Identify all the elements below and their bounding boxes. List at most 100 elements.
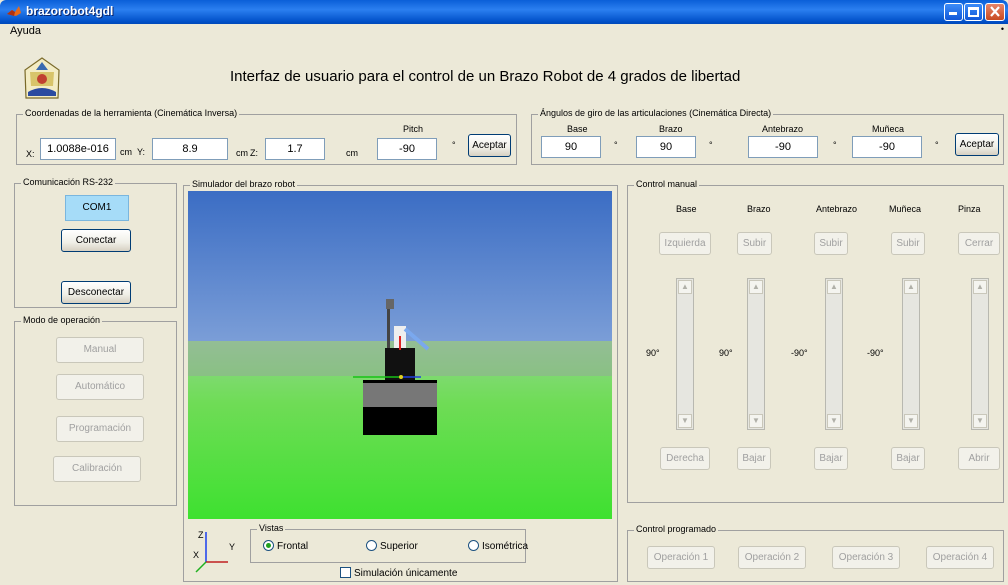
view-isometric-label: Isométrica bbox=[482, 541, 529, 552]
y-input[interactable]: 8.9 bbox=[152, 138, 228, 160]
operation-3-button[interactable]: Operación 3 bbox=[832, 546, 900, 569]
antebrazo-down-button[interactable]: Bajar bbox=[814, 447, 848, 470]
muneca-slider[interactable]: ▲ ▼ bbox=[902, 278, 920, 430]
robot-turret bbox=[385, 348, 415, 380]
brazo-value: 90° bbox=[719, 348, 733, 358]
axes-indicator: Z Y X bbox=[193, 530, 235, 573]
muneca-angle-unit: ° bbox=[935, 140, 939, 150]
antebrazo-angle-input[interactable]: -90 bbox=[748, 136, 818, 158]
slider-up-arrow-icon[interactable]: ▲ bbox=[749, 280, 763, 294]
university-logo bbox=[24, 57, 60, 99]
programmed-control-legend: Control programado bbox=[634, 524, 719, 534]
page-title: Interfaz de usuario para el control de u… bbox=[230, 68, 741, 85]
pinza-slider[interactable]: ▲ ▼ bbox=[971, 278, 989, 430]
base-slider[interactable]: ▲ ▼ bbox=[676, 278, 694, 430]
pitch-input[interactable]: -90 bbox=[377, 138, 437, 160]
close-icon bbox=[990, 6, 1000, 17]
antebrazo-angle-label: Antebrazo bbox=[762, 124, 804, 134]
slider-down-arrow-icon[interactable]: ▼ bbox=[827, 414, 841, 428]
slider-down-arrow-icon[interactable]: ▼ bbox=[973, 414, 987, 428]
antebrazo-slider[interactable]: ▲ ▼ bbox=[825, 278, 843, 430]
brazo-down-button[interactable]: Bajar bbox=[737, 447, 771, 470]
connect-button[interactable]: Conectar bbox=[61, 229, 131, 252]
slider-up-arrow-icon[interactable]: ▲ bbox=[678, 280, 692, 294]
radio-selected-icon bbox=[263, 540, 274, 551]
pitch-label: Pitch bbox=[403, 124, 424, 134]
automatic-mode-button[interactable]: Automático bbox=[56, 374, 144, 400]
slider-down-arrow-icon[interactable]: ▼ bbox=[678, 414, 692, 428]
maximize-button[interactable] bbox=[964, 3, 983, 21]
operation-1-button[interactable]: Operación 1 bbox=[647, 546, 715, 569]
view-frontal-radio[interactable]: Frontal bbox=[263, 540, 308, 552]
z-input[interactable]: 1.7 bbox=[265, 138, 325, 160]
muneca-value: -90° bbox=[867, 348, 884, 358]
manual-mode-button[interactable]: Manual bbox=[56, 337, 144, 363]
checkbox-icon bbox=[340, 567, 351, 578]
base-left-button[interactable]: Izquierda bbox=[659, 232, 711, 255]
matlab-icon bbox=[7, 6, 21, 16]
menu-help[interactable]: Ayuda bbox=[10, 25, 41, 37]
slider-down-arrow-icon[interactable]: ▼ bbox=[749, 414, 763, 428]
slider-up-arrow-icon[interactable]: ▲ bbox=[827, 280, 841, 294]
base-angle-unit: ° bbox=[614, 140, 618, 150]
slider-up-arrow-icon[interactable]: ▲ bbox=[973, 280, 987, 294]
robot-simulation-canvas[interactable] bbox=[188, 191, 612, 519]
com-port-button[interactable]: COM1 bbox=[65, 195, 129, 221]
view-superior-radio[interactable]: Superior bbox=[366, 540, 418, 552]
brazo-up-button[interactable]: Subir bbox=[737, 232, 772, 255]
manual-header-brazo: Brazo bbox=[747, 204, 771, 214]
base-value: 90° bbox=[646, 348, 660, 358]
gripper-open-button[interactable]: Abrir bbox=[958, 447, 1000, 470]
view-frontal-label: Frontal bbox=[277, 541, 309, 552]
muneca-up-button[interactable]: Subir bbox=[891, 232, 925, 255]
menu-bar: Ayuda • bbox=[0, 24, 1008, 38]
y-label: Y: bbox=[137, 147, 146, 157]
disconnect-button[interactable]: Desconectar bbox=[61, 281, 131, 304]
menu-overflow-dot: • bbox=[1000, 24, 1004, 34]
x-input[interactable]: 1.0088e-016 bbox=[40, 138, 116, 160]
muneca-down-button[interactable]: Bajar bbox=[891, 447, 925, 470]
base-angle-label: Base bbox=[567, 124, 588, 134]
manual-header-pinza: Pinza bbox=[958, 204, 981, 214]
slider-down-arrow-icon[interactable]: ▼ bbox=[904, 414, 918, 428]
base-angle-input[interactable]: 90 bbox=[541, 136, 601, 158]
x-unit: cm bbox=[120, 147, 132, 157]
robot-vertical-link bbox=[387, 303, 390, 348]
operation-2-button[interactable]: Operación 2 bbox=[738, 546, 806, 569]
axis-x-label: X bbox=[193, 550, 199, 560]
y-unit: cm bbox=[236, 148, 248, 158]
inverse-accept-button[interactable]: Aceptar bbox=[468, 134, 511, 157]
antebrazo-up-button[interactable]: Subir bbox=[814, 232, 848, 255]
slider-up-arrow-icon[interactable]: ▲ bbox=[904, 280, 918, 294]
manual-header-base: Base bbox=[676, 204, 697, 214]
maximize-icon bbox=[968, 7, 979, 17]
pitch-unit: ° bbox=[452, 140, 456, 150]
minimize-icon bbox=[949, 12, 957, 15]
manual-control-legend: Control manual bbox=[634, 179, 700, 189]
calibration-mode-button[interactable]: Calibración bbox=[53, 456, 141, 482]
manual-header-antebrazo: Antebrazo bbox=[816, 204, 858, 214]
window-titlebar: brazorobot4gdl bbox=[0, 0, 1008, 24]
programming-mode-button[interactable]: Programación bbox=[56, 416, 144, 442]
x-label: X: bbox=[26, 149, 35, 159]
close-button[interactable] bbox=[985, 3, 1005, 21]
brazo-angle-input[interactable]: 90 bbox=[636, 136, 696, 158]
base-right-button[interactable]: Derecha bbox=[660, 447, 710, 470]
antebrazo-value: -90° bbox=[791, 348, 808, 358]
communication-legend: Comunicación RS-232 bbox=[21, 177, 116, 187]
operation-4-button[interactable]: Operación 4 bbox=[926, 546, 994, 569]
minimize-button[interactable] bbox=[944, 3, 963, 21]
window-title: brazorobot4gdl bbox=[26, 4, 114, 18]
views-legend: Vistas bbox=[257, 523, 286, 533]
direct-accept-button[interactable]: Aceptar bbox=[955, 133, 999, 156]
simulation-only-label: Simulación únicamente bbox=[354, 568, 458, 579]
z-unit: cm bbox=[346, 148, 358, 158]
view-isometric-radio[interactable]: Isométrica bbox=[468, 540, 528, 552]
gripper-close-button[interactable]: Cerrar bbox=[958, 232, 1000, 255]
brazo-slider[interactable]: ▲ ▼ bbox=[747, 278, 765, 430]
axis-z-label: Z bbox=[198, 530, 204, 540]
muneca-angle-input[interactable]: -90 bbox=[852, 136, 922, 158]
direct-kinematics-legend: Ángulos de giro de las articulaciones (C… bbox=[538, 108, 774, 118]
simulation-only-checkbox[interactable]: Simulación únicamente bbox=[340, 567, 457, 579]
axis-y-label: Y bbox=[229, 542, 235, 552]
